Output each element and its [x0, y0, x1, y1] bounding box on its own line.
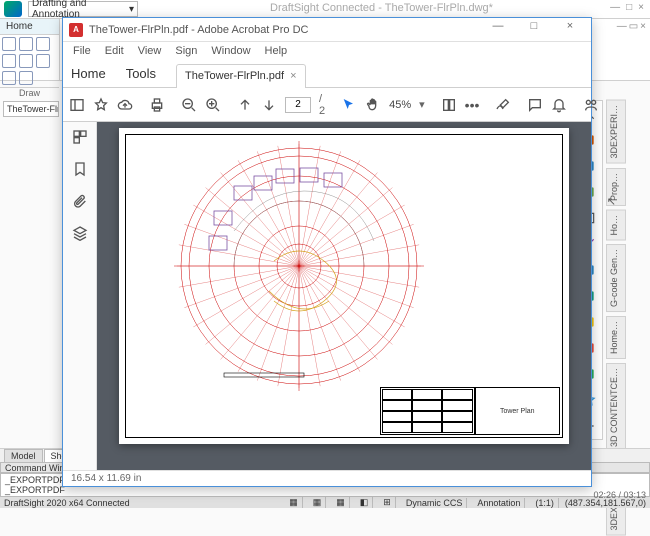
- pdf-home-tab[interactable]: Home: [71, 66, 106, 81]
- status-scale[interactable]: (1:1): [531, 498, 559, 508]
- close-icon[interactable]: ×: [638, 2, 644, 13]
- line-tool[interactable]: [2, 37, 16, 51]
- drawing-frame: // radial lines (function(){ var g=docum…: [125, 134, 563, 438]
- sign-icon[interactable]: [495, 96, 511, 114]
- ribbon-panel-label: Draw: [0, 87, 59, 98]
- pdf-body: // radial lines (function(){ var g=docum…: [63, 122, 591, 470]
- chevron-down-icon: ▾: [129, 4, 134, 15]
- pdf-window-title: TheTower-FlrPln.pdf - Adobe Acrobat Pro …: [89, 24, 308, 36]
- bell-icon[interactable]: [551, 96, 567, 114]
- hatch-tool[interactable]: [19, 71, 33, 85]
- menu-window[interactable]: Window: [211, 45, 250, 57]
- pdf-toolbar: / 2 45% ▾ •••: [63, 88, 591, 122]
- cloud-upload-icon[interactable]: [117, 96, 133, 114]
- status-connected: DraftSight 2020 x64 Connected: [4, 498, 130, 508]
- pdf-doc-tabs: Home Tools TheTower-FlrPln.pdf ×: [63, 60, 591, 88]
- floor-plan-drawing: [174, 141, 424, 391]
- zoom-level[interactable]: 45%: [389, 99, 411, 111]
- pdf-page-sheet: // radial lines (function(){ var g=docum…: [119, 128, 569, 444]
- minimize-icon[interactable]: —: [610, 2, 620, 13]
- panel-gcode[interactable]: G-code Gen…: [606, 244, 626, 312]
- status-annotation[interactable]: Annotation: [473, 498, 525, 508]
- title-block: Tower Plan: [380, 387, 560, 435]
- page-total: / 2: [319, 93, 325, 117]
- ds-window-controls: — □ ×: [610, 2, 644, 13]
- panel-home[interactable]: Home…: [606, 316, 626, 359]
- menu-edit[interactable]: Edit: [105, 45, 124, 57]
- page-down-icon[interactable]: [261, 96, 277, 114]
- acrobat-window: A TheTower-FlrPln.pdf - Adobe Acrobat Pr…: [62, 17, 592, 487]
- zoom-out-icon[interactable]: [181, 96, 197, 114]
- circle-tool[interactable]: [2, 54, 16, 68]
- status-dynamic-ccs[interactable]: Dynamic CCS: [402, 498, 468, 508]
- panel-controls: — ▭ ×: [617, 21, 646, 32]
- polyline-tool[interactable]: [19, 37, 33, 51]
- close-icon[interactable]: ×: [640, 21, 646, 32]
- pdf-status-bar: 16.54 x 11.69 in: [63, 470, 591, 486]
- pdf-minimize-icon[interactable]: —: [483, 20, 513, 40]
- arc-tool[interactable]: [36, 37, 50, 51]
- star-icon[interactable]: [93, 96, 109, 114]
- sb-toggle-3[interactable]: ▦: [332, 497, 350, 508]
- ds-file-tab[interactable]: TheTower-FlrP…: [3, 101, 59, 117]
- pdf-file-tab-label: TheTower-FlrPln.pdf: [185, 70, 284, 82]
- pdf-close-icon[interactable]: ×: [555, 20, 585, 40]
- sb-toggle-2[interactable]: ▦: [309, 497, 327, 508]
- zoom-chevron-icon[interactable]: ▾: [419, 98, 425, 111]
- sb-toggle-4[interactable]: ◧: [356, 497, 374, 508]
- attachment-icon[interactable]: [71, 192, 89, 210]
- page-number-input[interactable]: [285, 97, 311, 113]
- share-icon[interactable]: [583, 96, 599, 114]
- menu-sign[interactable]: Sign: [175, 45, 197, 57]
- ds-ribbon-home-panel: Home Draw: [0, 19, 60, 80]
- pdf-nav-panel: [63, 122, 97, 470]
- panel-ho[interactable]: Ho…: [606, 210, 626, 241]
- bookmark-icon[interactable]: [71, 160, 89, 178]
- menu-help[interactable]: Help: [265, 45, 288, 57]
- sb-toggle-5[interactable]: ⊞: [379, 497, 396, 508]
- hand-tool-icon[interactable]: [365, 96, 381, 114]
- pdf-file-tab-close-icon[interactable]: ×: [290, 70, 296, 82]
- cloud-tool[interactable]: [2, 71, 16, 85]
- menu-file[interactable]: File: [73, 45, 91, 57]
- select-tool-icon[interactable]: [341, 96, 357, 114]
- draftsight-logo: [4, 1, 22, 17]
- panel-3dcontent[interactable]: 3D CONTENTCE…: [606, 363, 626, 452]
- ds-document-title: DraftSight Connected - TheTower-FlrPln.d…: [270, 2, 493, 14]
- print-icon[interactable]: [149, 96, 165, 114]
- sidebar-toggle-icon[interactable]: [69, 96, 85, 114]
- pdf-titlebar[interactable]: A TheTower-FlrPln.pdf - Adobe Acrobat Pr…: [63, 18, 591, 42]
- ellipse-tool[interactable]: [36, 54, 50, 68]
- more-icon[interactable]: •••: [465, 96, 480, 114]
- page-up-icon[interactable]: [237, 96, 253, 114]
- maximize-icon[interactable]: □: [626, 2, 632, 13]
- reading-mode-icon[interactable]: [441, 96, 457, 114]
- title-block-name: Tower Plan: [475, 387, 560, 435]
- layers-icon[interactable]: [71, 224, 89, 242]
- media-time: 02:26 / 03:13: [593, 490, 646, 500]
- minimize-icon[interactable]: —: [617, 21, 627, 32]
- panel-3dexperi[interactable]: 3DEXPERI…: [606, 100, 626, 164]
- restore-icon[interactable]: ▭: [629, 21, 638, 32]
- pdf-page-viewport[interactable]: // radial lines (function(){ var g=docum…: [97, 122, 591, 470]
- cursor-icon: ↖: [607, 195, 616, 208]
- thumbnails-icon[interactable]: [71, 128, 89, 146]
- pdf-tools-tab[interactable]: Tools: [126, 66, 156, 81]
- menu-view[interactable]: View: [138, 45, 162, 57]
- tab-model[interactable]: Model: [4, 449, 43, 462]
- comment-icon[interactable]: [527, 96, 543, 114]
- ribbon-draw-tools: [0, 35, 59, 87]
- pdf-file-tab[interactable]: TheTower-FlrPln.pdf ×: [176, 64, 305, 88]
- zoom-in-icon[interactable]: [205, 96, 221, 114]
- ds-statusbar: DraftSight 2020 x64 Connected ▦ ▦ ▦ ◧ ⊞ …: [0, 497, 650, 508]
- sb-toggle-1[interactable]: ▦: [285, 497, 303, 508]
- ribbon-tab-home[interactable]: Home: [0, 19, 59, 35]
- pdf-sheet-size: 16.54 x 11.69 in: [71, 473, 141, 484]
- rect-tool[interactable]: [19, 54, 33, 68]
- pdf-app-icon: A: [69, 23, 83, 37]
- pdf-maximize-icon[interactable]: □: [519, 20, 549, 40]
- workspace-dropdown[interactable]: Drafting and Annotation ▾: [28, 1, 138, 17]
- pdf-menubar: File Edit View Sign Window Help: [63, 42, 591, 60]
